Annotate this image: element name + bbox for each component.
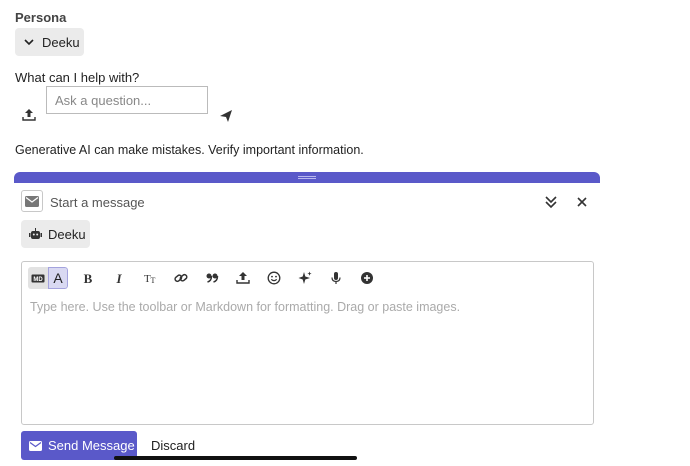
sparkle-icon (298, 271, 312, 284)
add-icon (360, 272, 373, 284)
help-prompt: What can I help with? (15, 70, 140, 85)
markdown-icon: MD (31, 274, 45, 283)
svg-text:T: T (150, 276, 155, 285)
discard-button[interactable]: Discard (151, 438, 195, 453)
envelope-icon (29, 440, 42, 451)
recipient-name: Deeku (48, 226, 86, 242)
envelope-icon (25, 195, 39, 207)
italic-icon: I (115, 271, 122, 285)
microphone-icon (330, 272, 341, 284)
send-icon[interactable] (219, 109, 233, 123)
svg-text:B: B (83, 271, 92, 285)
persona-selected: Deeku (42, 34, 80, 50)
persona-dropdown[interactable]: Deeku (15, 28, 84, 56)
message-editor[interactable]: MD A B I TT Type here. Use the toolbar o… (21, 261, 594, 425)
link-button[interactable] (165, 267, 196, 289)
quote-button[interactable] (196, 267, 227, 289)
recipient-chip[interactable]: Deeku (21, 220, 90, 248)
close-icon[interactable] (576, 196, 588, 208)
robot-icon (29, 228, 42, 239)
upload-button[interactable] (227, 267, 258, 289)
send-message-label: Send Message (48, 438, 135, 453)
text-size-icon: TT (144, 273, 156, 285)
ai-assist-button[interactable] (289, 267, 320, 289)
upload-icon (235, 272, 250, 284)
composer-resize-bar[interactable] (14, 172, 600, 183)
emoji-button[interactable] (258, 267, 289, 289)
bold-button[interactable]: B (72, 267, 103, 289)
disclaimer-text: Generative AI can make mistakes. Verify … (15, 143, 364, 157)
text-size-button[interactable]: TT (134, 267, 165, 289)
voice-button[interactable] (320, 267, 351, 289)
italic-button[interactable]: I (103, 267, 134, 289)
message-icon-box (21, 190, 43, 212)
upload-icon[interactable] (22, 108, 36, 122)
chevron-down-icon (24, 39, 34, 46)
home-indicator (114, 456, 357, 460)
grip-handle-icon[interactable] (298, 176, 316, 179)
bold-icon: B (83, 271, 92, 285)
collapse-icon[interactable] (544, 195, 558, 209)
quote-icon (206, 273, 218, 283)
markdown-mode-button[interactable]: MD (28, 267, 48, 289)
link-icon (173, 273, 188, 283)
mode-toggle: MD A (28, 267, 68, 289)
markdown-mode-label: MD (33, 277, 43, 283)
editor-toolbar: MD A B I TT (28, 267, 382, 289)
svg-text:I: I (115, 271, 122, 285)
persona-label: Persona (15, 10, 67, 25)
question-input[interactable] (46, 86, 208, 114)
emoji-icon (267, 271, 280, 285)
editor-placeholder: Type here. Use the toolbar or Markdown f… (30, 300, 461, 314)
composer-title: Start a message (50, 195, 145, 210)
add-button[interactable] (351, 267, 382, 289)
rich-text-mode-button[interactable]: A (48, 267, 68, 289)
